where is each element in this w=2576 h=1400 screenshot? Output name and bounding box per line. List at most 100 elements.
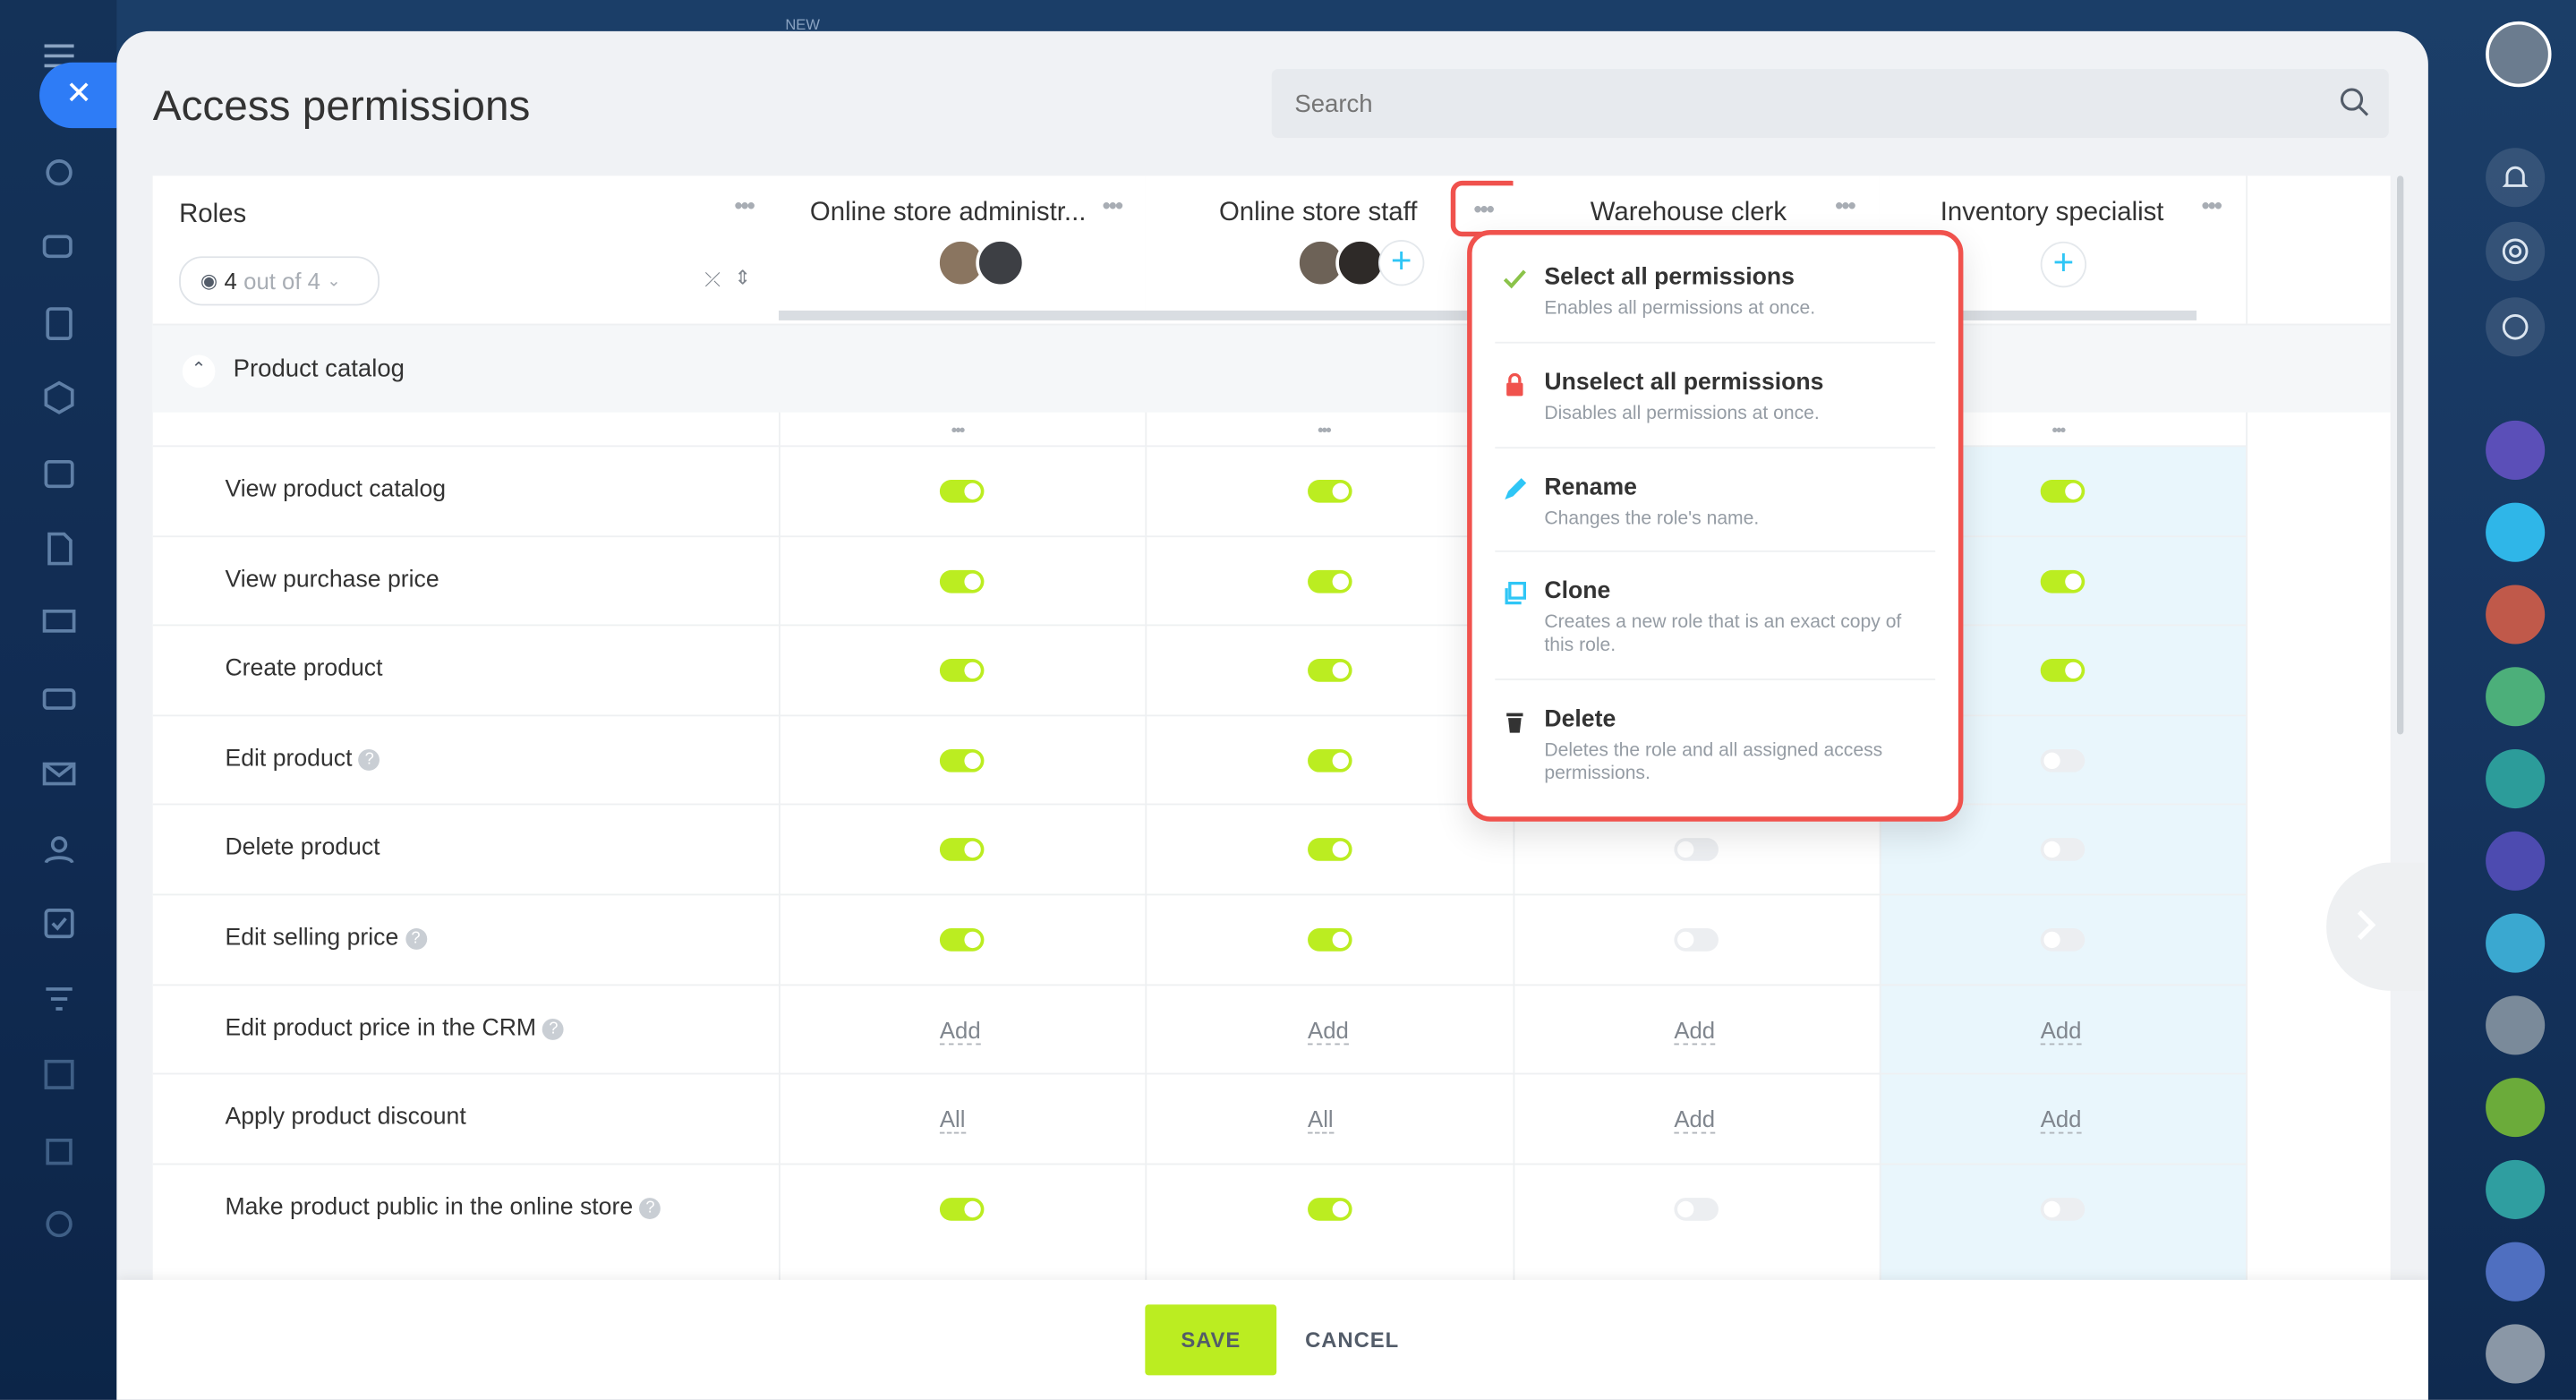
funnel-icon[interactable] (39, 979, 79, 1019)
board-icon[interactable] (39, 604, 79, 644)
column-more-icon[interactable]: ••• (951, 423, 966, 440)
openlines-icon[interactable] (2486, 420, 2546, 480)
menu-item-select-all[interactable]: Select all permissions Enables all permi… (1495, 265, 1932, 330)
cancel-button[interactable]: CANCEL (1293, 1304, 1412, 1375)
role-avatars[interactable] (936, 238, 1026, 288)
tasks-icon[interactable] (39, 904, 79, 943)
roles-label: Roles (179, 200, 247, 229)
grid-icon[interactable] (39, 1054, 79, 1094)
permission-toggle[interactable] (2039, 569, 2085, 593)
permission-toggle[interactable] (1673, 838, 1719, 862)
chat-icon[interactable] (39, 228, 79, 268)
search-chat-icon[interactable] (2486, 297, 2546, 357)
roles-more-icon[interactable]: ••• (734, 192, 755, 218)
add-member-button[interactable]: + (2042, 243, 2086, 286)
help-icon[interactable]: ? (639, 1197, 661, 1219)
mail-icon[interactable] (39, 754, 79, 793)
permission-toggle[interactable] (1307, 1197, 1352, 1221)
role-more-button-active[interactable]: ••• (1450, 180, 1523, 237)
role-avatars[interactable] (1296, 238, 1386, 288)
search-icon[interactable] (2340, 87, 2369, 124)
collapse-icon[interactable]: ⤫ (704, 268, 721, 293)
expand-icon[interactable]: ⇕ (734, 266, 750, 289)
target-icon[interactable] (2486, 221, 2546, 281)
document-icon[interactable] (39, 529, 79, 568)
calendar-icon[interactable] (39, 454, 79, 493)
help-icon[interactable]: ? (542, 1018, 565, 1040)
permission-toggle[interactable] (938, 479, 984, 503)
permission-toggle[interactable] (2039, 659, 2085, 683)
permission-value-link[interactable]: Add (1308, 1016, 1349, 1045)
role-more-icon[interactable]: ••• (2202, 192, 2222, 218)
role-column-header: Online store administr... ••• (779, 175, 1146, 324)
role-more-icon[interactable]: ••• (1835, 192, 1855, 218)
role-more-icon[interactable]: ••• (1103, 192, 1123, 218)
permission-toggle[interactable] (2039, 838, 2085, 862)
hexagon-icon[interactable] (39, 378, 79, 417)
filter-count: 4 (224, 268, 237, 295)
search-box[interactable] (1271, 69, 2389, 139)
contacts-icon[interactable] (39, 830, 79, 869)
task-chat-icon[interactable] (2486, 913, 2546, 973)
vertical-scrollbar[interactable] (2396, 175, 2404, 735)
permission-toggle[interactable] (1673, 928, 1719, 952)
permission-toggle[interactable] (1307, 479, 1352, 503)
bell-icon[interactable] (2486, 148, 2546, 208)
menu-item-unselect-all[interactable]: Unselect all permissions Disables all pe… (1495, 370, 1932, 435)
column-more-icon[interactable]: ••• (1318, 423, 1332, 440)
permission-toggle[interactable] (2039, 928, 2085, 952)
lock-icon (1506, 372, 1523, 397)
permission-toggle[interactable] (938, 748, 984, 773)
contact-avatar-2[interactable] (2486, 1324, 2546, 1384)
add-member-button[interactable]: + (1379, 241, 1423, 285)
permission-toggle[interactable] (1307, 748, 1352, 773)
permission-toggle[interactable] (1307, 838, 1352, 862)
permission-value-link[interactable]: All (1308, 1106, 1334, 1134)
section-header[interactable]: ⌃ Product catalog (152, 323, 2391, 413)
permission-toggle[interactable] (1673, 1197, 1719, 1221)
column-more-icon[interactable]: ••• (2052, 423, 2067, 440)
permission-toggle[interactable] (938, 1197, 984, 1221)
permission-toggle[interactable] (938, 569, 984, 593)
permission-toggle[interactable] (938, 928, 984, 952)
task-chat-icon-4[interactable] (2486, 1242, 2546, 1302)
crm-icon[interactable] (39, 153, 79, 192)
help-icon[interactable]: ? (358, 748, 380, 771)
permission-toggle[interactable] (1307, 569, 1352, 593)
permission-toggle[interactable] (2039, 748, 2085, 773)
chevron-up-icon[interactable]: ⌃ (182, 354, 216, 388)
search-input[interactable] (1291, 89, 2284, 120)
group-chat-icon-2[interactable] (2486, 667, 2546, 727)
permission-toggle[interactable] (1307, 928, 1352, 952)
permission-toggle[interactable] (938, 838, 984, 862)
group-chat-icon[interactable] (2486, 585, 2546, 645)
user-avatar[interactable] (2486, 21, 2552, 88)
task-chat-icon-2[interactable] (2486, 1078, 2546, 1138)
permission-value-link[interactable]: Add (1674, 1016, 1716, 1045)
analytics-icon[interactable] (39, 1204, 79, 1243)
card-icon[interactable] (39, 679, 79, 718)
menu-item-rename[interactable]: Rename Changes the role's name. (1495, 474, 1932, 540)
task-chat-icon-3[interactable] (2486, 1159, 2546, 1219)
store-icon[interactable] (39, 1131, 79, 1170)
permission-value-link[interactable]: Add (2040, 1106, 2082, 1134)
chat-bubble-icon[interactable] (2486, 502, 2546, 562)
save-button[interactable]: SAVE (1145, 1304, 1277, 1376)
openlines-icon-2[interactable] (2486, 831, 2546, 891)
permission-value-link[interactable]: Add (1674, 1106, 1716, 1134)
permission-toggle[interactable] (2039, 1197, 2085, 1221)
feed-icon[interactable] (39, 304, 79, 344)
help-icon[interactable]: ? (405, 928, 427, 950)
contact-avatar[interactable] (2486, 995, 2546, 1055)
roles-filter[interactable]: ◉ 4 out of 4 ⌄ (179, 256, 380, 306)
permission-toggle[interactable] (938, 659, 984, 683)
permission-toggle[interactable] (1307, 659, 1352, 683)
permission-value-link[interactable]: Add (2040, 1016, 2082, 1045)
close-button[interactable] (39, 62, 117, 129)
group-chat-icon-3[interactable] (2486, 748, 2546, 809)
menu-item-clone[interactable]: Clone Creates a new role that is an exac… (1495, 578, 1932, 669)
permission-value-link[interactable]: Add (939, 1016, 981, 1045)
menu-item-delete[interactable]: Delete Deletes the role and all assigned… (1495, 706, 1932, 797)
permission-value-link[interactable]: All (939, 1106, 966, 1134)
permission-toggle[interactable] (2039, 479, 2085, 503)
